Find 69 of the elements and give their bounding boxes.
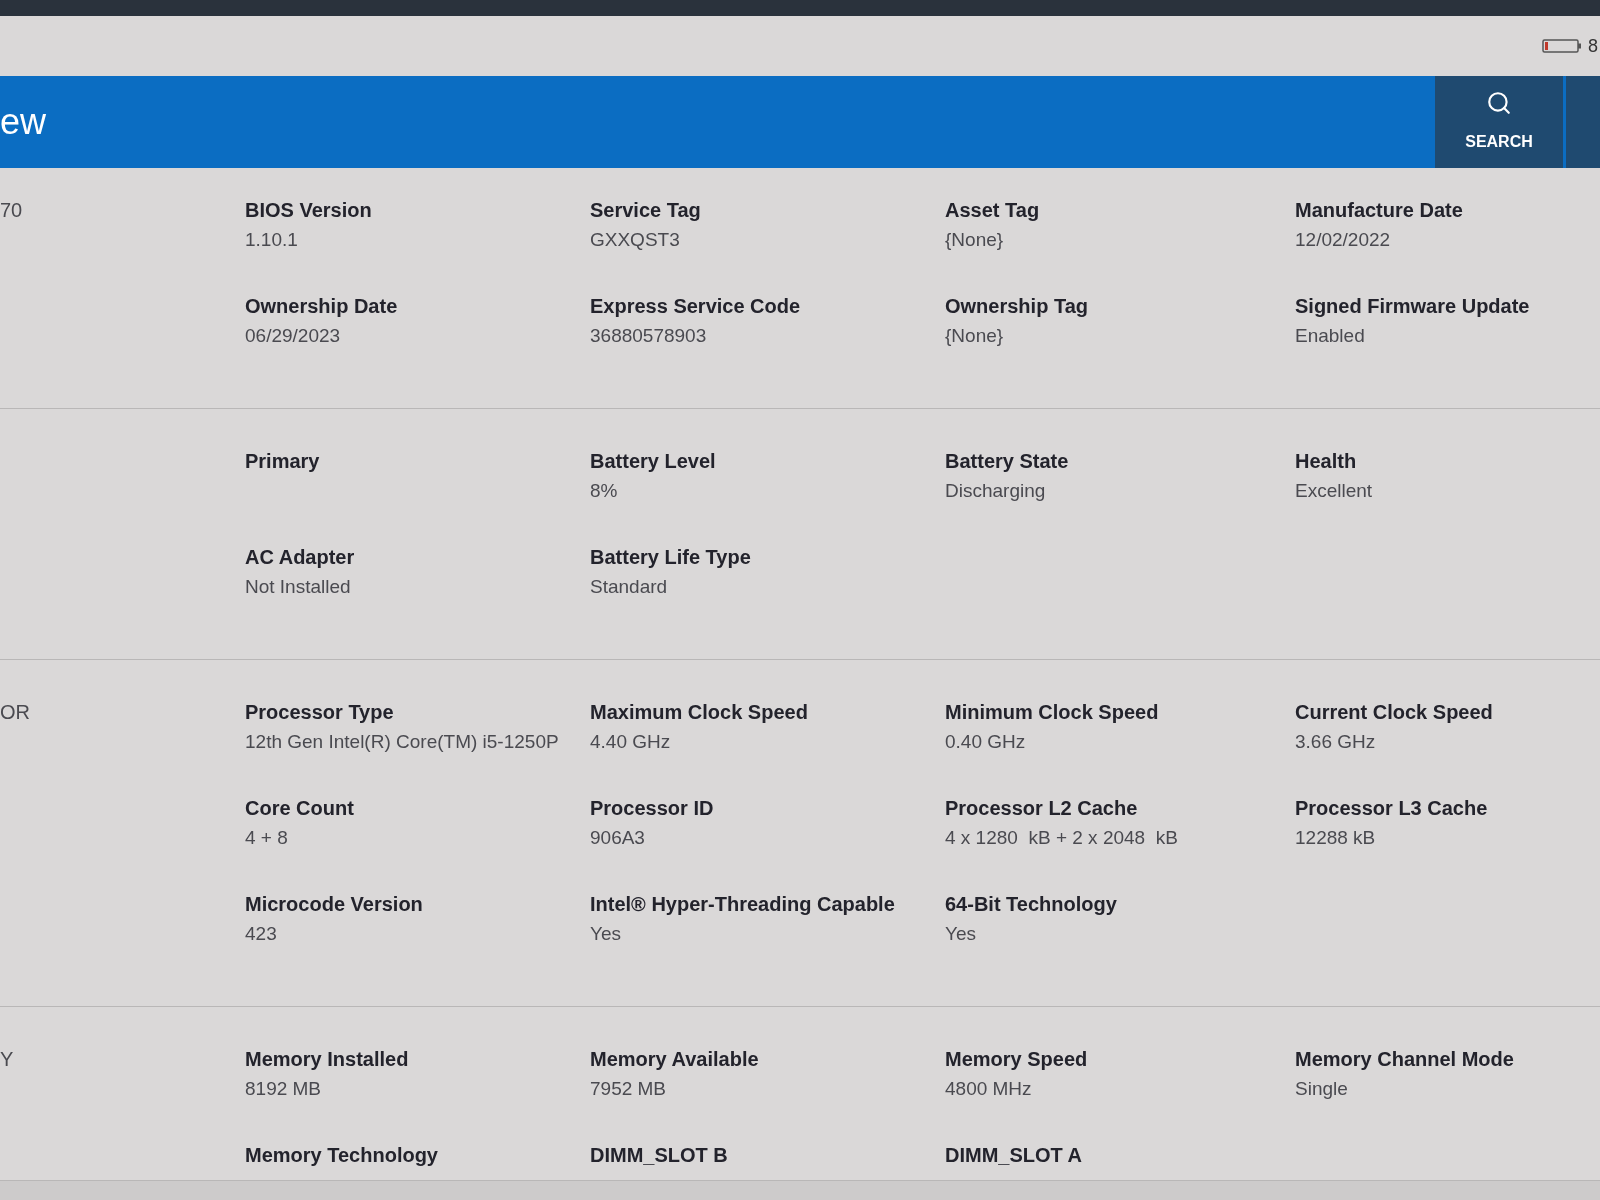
field-label: Ownership Tag (945, 294, 1089, 318)
field-value: 36880578903 (590, 324, 708, 348)
field-label: Primary (245, 449, 321, 473)
search-icon (1486, 90, 1512, 116)
field-label: Processor Type (245, 700, 395, 724)
field-value: GXXQST3 (590, 228, 681, 252)
field-value: Enabled (1295, 324, 1366, 348)
field-label: Processor L3 Cache (1295, 796, 1489, 820)
field-value: 906A3 (590, 826, 646, 850)
field-value: 12/02/2022 (1295, 228, 1392, 252)
field-value: 06/29/2023 (245, 324, 342, 348)
field-value: Not Installed (245, 575, 352, 599)
battery-icon (1542, 39, 1582, 53)
field-value: Yes (590, 922, 622, 946)
field-label: Memory Available (590, 1047, 760, 1071)
field-label: Battery Life Type (590, 545, 752, 569)
field-label: Processor ID (590, 796, 715, 820)
page-title: ew (0, 104, 47, 140)
field-value: Standard (590, 575, 669, 599)
search-button[interactable]: SEARCH (1435, 76, 1563, 168)
field-label: Intel® Hyper-Threading Capable (590, 892, 896, 916)
field-label: Service Tag (590, 198, 702, 222)
field-label: Manufacture Date (1295, 198, 1464, 222)
field-label: Memory Speed (945, 1047, 1089, 1071)
field-label: Memory Installed (245, 1047, 410, 1071)
field-value: 4 + 8 (245, 826, 289, 850)
field-label: DIMM_SLOT B (590, 1143, 729, 1167)
field-value: {None} (945, 228, 1005, 252)
field-label: 64-Bit Technology (945, 892, 1118, 916)
field-label: Maximum Clock Speed (590, 700, 809, 724)
field-label: Current Clock Speed (1295, 700, 1494, 724)
battery-percent: 8 (1588, 34, 1598, 58)
field-label: Memory Channel Mode (1295, 1047, 1515, 1071)
field-label: Core Count (245, 796, 355, 820)
field-value: Discharging (945, 479, 1047, 503)
field-label: Battery Level (590, 449, 717, 473)
field-value: 423 (245, 922, 278, 946)
field-value: 8% (590, 479, 619, 503)
field-value: 12th Gen Intel(R) Core(TM) i5-1250P (245, 730, 560, 754)
section-label: OR (0, 701, 30, 723)
field-label: Minimum Clock Speed (945, 700, 1160, 724)
field-value: 4.40 GHz (590, 730, 672, 754)
field-value: Yes (945, 922, 977, 946)
toolbar-button[interactable] (1566, 76, 1600, 168)
field-value: 4 x 1280 kB + 2 x 2048 kB (945, 826, 1179, 850)
field-label: Memory Technology (245, 1143, 439, 1167)
field-value: 4800 MHz (945, 1077, 1033, 1101)
field-label: BIOS Version (245, 198, 373, 222)
field-label: Health (1295, 449, 1358, 473)
field-value: 0.40 GHz (945, 730, 1027, 754)
section-label: 70 (0, 199, 23, 221)
field-value: 7952 MB (590, 1077, 668, 1101)
section-label: Y (0, 1048, 14, 1070)
field-value: Excellent (1295, 479, 1374, 503)
field-label: Ownership Date (245, 294, 399, 318)
field-label: Microcode Version (245, 892, 424, 916)
field-value: 12288 kB (1295, 826, 1377, 850)
field-value: 1.10.1 (245, 228, 299, 252)
field-value: Single (1295, 1077, 1349, 1101)
field-value: 8192 MB (245, 1077, 323, 1101)
field-label: Asset Tag (945, 198, 1041, 222)
field-label: DIMM_SLOT A (945, 1143, 1084, 1167)
field-label: Express Service Code (590, 294, 802, 318)
field-label: Signed Firmware Update (1295, 294, 1531, 318)
field-label: Battery State (945, 449, 1070, 473)
field-value: 3.66 GHz (1295, 730, 1377, 754)
field-label: AC Adapter (245, 545, 356, 569)
field-value: {None} (945, 324, 1005, 348)
field-label: Processor L2 Cache (945, 796, 1139, 820)
